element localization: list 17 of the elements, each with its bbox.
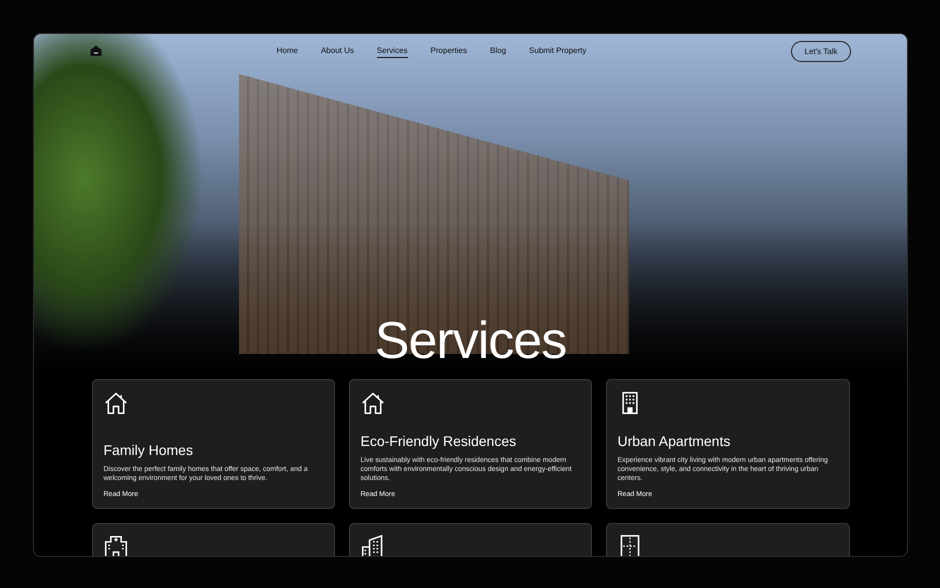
hospital-icon (104, 535, 128, 556)
house-icon (360, 391, 384, 415)
floor-plan-icon (618, 535, 642, 556)
nav-link[interactable]: Submit Property (529, 44, 586, 58)
card-title: Urban Apartments (618, 433, 732, 449)
card-title: Eco-Friendly Residences (360, 433, 518, 449)
nav-link[interactable]: Home (276, 44, 298, 58)
nav-link[interactable]: Properties (430, 44, 468, 58)
house-icon (104, 391, 128, 415)
nav-link[interactable]: About Us (320, 44, 354, 58)
hero-title: Services (374, 311, 568, 371)
card-title: Family Homes (104, 442, 194, 458)
nav-link[interactable]: Blog (490, 44, 506, 58)
city-buildings-icon (360, 535, 384, 556)
nav-link[interactable]: Services (376, 44, 408, 58)
home-logo-icon[interactable] (90, 45, 102, 57)
lets-talk-button[interactable]: Let's Talk (791, 40, 851, 62)
